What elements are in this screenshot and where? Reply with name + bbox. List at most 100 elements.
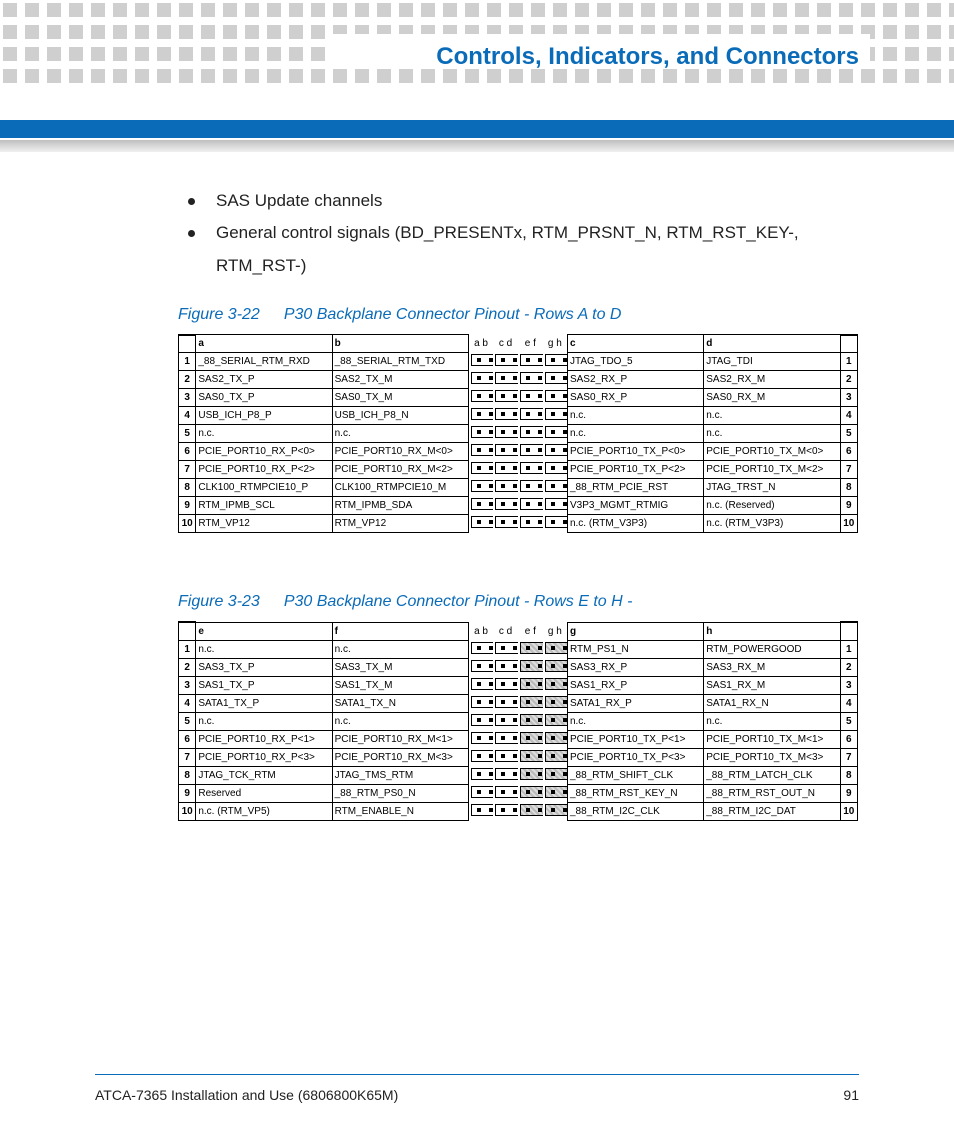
table-row: 7PCIE_PORT10_RX_P<3>PCIE_PORT10_RX_M<3>P… bbox=[179, 748, 858, 766]
pin-pair-icon bbox=[520, 516, 543, 528]
pin-pair-icon bbox=[495, 678, 518, 690]
table-row: 5n.c.n.c.n.c.n.c.5 bbox=[179, 712, 858, 730]
pin-pair-icon bbox=[520, 390, 543, 402]
pin-pair-icon bbox=[545, 390, 568, 402]
pin-pair-icon bbox=[545, 372, 568, 384]
pin-pair-icon bbox=[471, 426, 493, 438]
pin-pair-icon bbox=[471, 768, 493, 780]
pin-pair-icon bbox=[520, 732, 543, 744]
pin-pair-icon bbox=[545, 678, 568, 690]
pin-pair-icon bbox=[495, 696, 518, 708]
table-row: 7PCIE_PORT10_RX_P<2>PCIE_PORT10_RX_M<2>P… bbox=[179, 461, 858, 479]
table-row: 10n.c. (RTM_VP5)RTM_ENABLE_N_88_RTM_I2C_… bbox=[179, 802, 858, 820]
pin-pair-icon bbox=[520, 696, 543, 708]
table-row: 3SAS0_TX_PSAS0_TX_MSAS0_RX_PSAS0_RX_M3 bbox=[179, 389, 858, 407]
pin-pair-icon bbox=[545, 660, 568, 672]
pin-pair-icon bbox=[495, 516, 518, 528]
pin-pair-icon bbox=[520, 768, 543, 780]
pin-pair-icon bbox=[495, 660, 518, 672]
pin-pair-icon bbox=[495, 462, 518, 474]
pin-pair-icon bbox=[495, 804, 518, 816]
table-header-row: aba bc de fg hcd bbox=[179, 335, 858, 353]
pin-pair-icon bbox=[471, 444, 493, 456]
pin-pair-icon bbox=[495, 444, 518, 456]
pin-pair-icon bbox=[495, 642, 518, 654]
pin-pair-icon bbox=[545, 354, 568, 366]
bullet-item: General control signals (BD_PRESENTx, RT… bbox=[188, 217, 859, 282]
pin-pair-icon bbox=[520, 444, 543, 456]
pin-pair-icon bbox=[471, 498, 493, 510]
table-row: 2SAS2_TX_PSAS2_TX_MSAS2_RX_PSAS2_RX_M2 bbox=[179, 371, 858, 389]
pin-pair-icon bbox=[471, 714, 493, 726]
pin-pair-icon bbox=[545, 732, 568, 744]
table-row: 4SATA1_TX_PSATA1_TX_NSATA1_RX_PSATA1_RX_… bbox=[179, 694, 858, 712]
pin-pair-icon bbox=[471, 462, 493, 474]
pin-pair-icon bbox=[495, 480, 518, 492]
header-shadow bbox=[0, 140, 954, 152]
table-row: 9RTM_IPMB_SCLRTM_IPMB_SDAV3P3_MGMT_RTMIG… bbox=[179, 497, 858, 515]
pin-pair-icon bbox=[520, 408, 543, 420]
pin-pair-icon bbox=[471, 390, 493, 402]
table-row: 6PCIE_PORT10_RX_P<0>PCIE_PORT10_RX_M<0>P… bbox=[179, 443, 858, 461]
pin-pair-icon bbox=[520, 678, 543, 690]
footer-left: ATCA-7365 Installation and Use (6806800K… bbox=[95, 1087, 398, 1103]
pin-pair-icon bbox=[520, 786, 543, 798]
pin-pair-icon bbox=[545, 498, 568, 510]
pin-pair-icon bbox=[520, 660, 543, 672]
pin-pair-icon bbox=[471, 696, 493, 708]
pin-pair-icon bbox=[495, 750, 518, 762]
pin-pair-icon bbox=[495, 498, 518, 510]
content-area: SAS Update channels General control sign… bbox=[178, 185, 859, 821]
pin-pair-icon bbox=[545, 426, 568, 438]
pin-pair-icon bbox=[545, 750, 568, 762]
figure-title: P30 Backplane Connector Pinout - Rows A … bbox=[284, 306, 622, 323]
table-header-row: efa bc de fg hgh bbox=[179, 622, 858, 640]
table-row: 1n.c.n.c.RTM_PS1_NRTM_POWERGOOD1 bbox=[179, 640, 858, 658]
bullet-item: SAS Update channels bbox=[188, 185, 859, 217]
pin-pair-icon bbox=[520, 804, 543, 816]
figure-label: Figure 3-22 bbox=[178, 306, 260, 323]
pin-pair-icon bbox=[495, 390, 518, 402]
table-row: 8CLK100_RTMPCIE10_PCLK100_RTMPCIE10_M_88… bbox=[179, 479, 858, 497]
pin-pair-icon bbox=[495, 768, 518, 780]
pin-pair-icon bbox=[545, 444, 568, 456]
pin-pair-icon bbox=[471, 786, 493, 798]
pin-pair-icon bbox=[545, 804, 568, 816]
figure-caption-2: Figure 3-23 P30 Backplane Connector Pinou… bbox=[178, 593, 859, 611]
footer-rule bbox=[95, 1074, 859, 1075]
table-row: 2SAS3_TX_PSAS3_TX_MSAS3_RX_PSAS3_RX_M2 bbox=[179, 658, 858, 676]
footer-page-number: 91 bbox=[843, 1087, 859, 1103]
pin-pair-icon bbox=[471, 678, 493, 690]
table-row: 6PCIE_PORT10_RX_P<1>PCIE_PORT10_RX_M<1>P… bbox=[179, 730, 858, 748]
pin-pair-icon bbox=[520, 642, 543, 654]
pin-pair-icon bbox=[545, 480, 568, 492]
pin-pair-icon bbox=[471, 408, 493, 420]
pin-pair-icon bbox=[520, 354, 543, 366]
table-row: 4USB_ICH_P8_PUSB_ICH_P8_Nn.c.n.c.4 bbox=[179, 407, 858, 425]
figure-caption-1: Figure 3-22 P30 Backplane Connector Pinou… bbox=[178, 306, 859, 324]
page-header-title: Controls, Indicators, and Connectors bbox=[436, 43, 859, 71]
pinout-table-1: aba bc de fg hcd1_88_SERIAL_RTM_RXD_88_S… bbox=[178, 334, 858, 534]
header-blue-bar bbox=[0, 120, 954, 138]
pin-pair-icon bbox=[495, 714, 518, 726]
figure-title: P30 Backplane Connector Pinout - Rows E … bbox=[284, 593, 633, 610]
pin-pair-icon bbox=[471, 804, 493, 816]
bullet-list: SAS Update channels General control sign… bbox=[188, 185, 859, 282]
pin-pair-icon bbox=[471, 480, 493, 492]
pin-pair-icon bbox=[520, 462, 543, 474]
pin-pair-icon bbox=[545, 516, 568, 528]
table-row: 10RTM_VP12RTM_VP12n.c. (RTM_V3P3)n.c. (R… bbox=[179, 515, 858, 533]
table-row: 1_88_SERIAL_RTM_RXD_88_SERIAL_RTM_TXDJTA… bbox=[179, 353, 858, 371]
pin-pair-icon bbox=[520, 480, 543, 492]
table-row: 8JTAG_TCK_RTMJTAG_TMS_RTM_88_RTM_SHIFT_C… bbox=[179, 766, 858, 784]
pin-pair-icon bbox=[495, 408, 518, 420]
figure-label: Figure 3-23 bbox=[178, 593, 260, 610]
pin-pair-icon bbox=[471, 750, 493, 762]
pin-pair-icon bbox=[471, 642, 493, 654]
pin-pair-icon bbox=[545, 786, 568, 798]
pin-pair-icon bbox=[495, 426, 518, 438]
pinout-table-2: efa bc de fg hgh1n.c.n.c.RTM_PS1_NRTM_PO… bbox=[178, 621, 858, 821]
pin-pair-icon bbox=[545, 642, 568, 654]
pin-pair-icon bbox=[471, 660, 493, 672]
pin-pair-icon bbox=[520, 372, 543, 384]
